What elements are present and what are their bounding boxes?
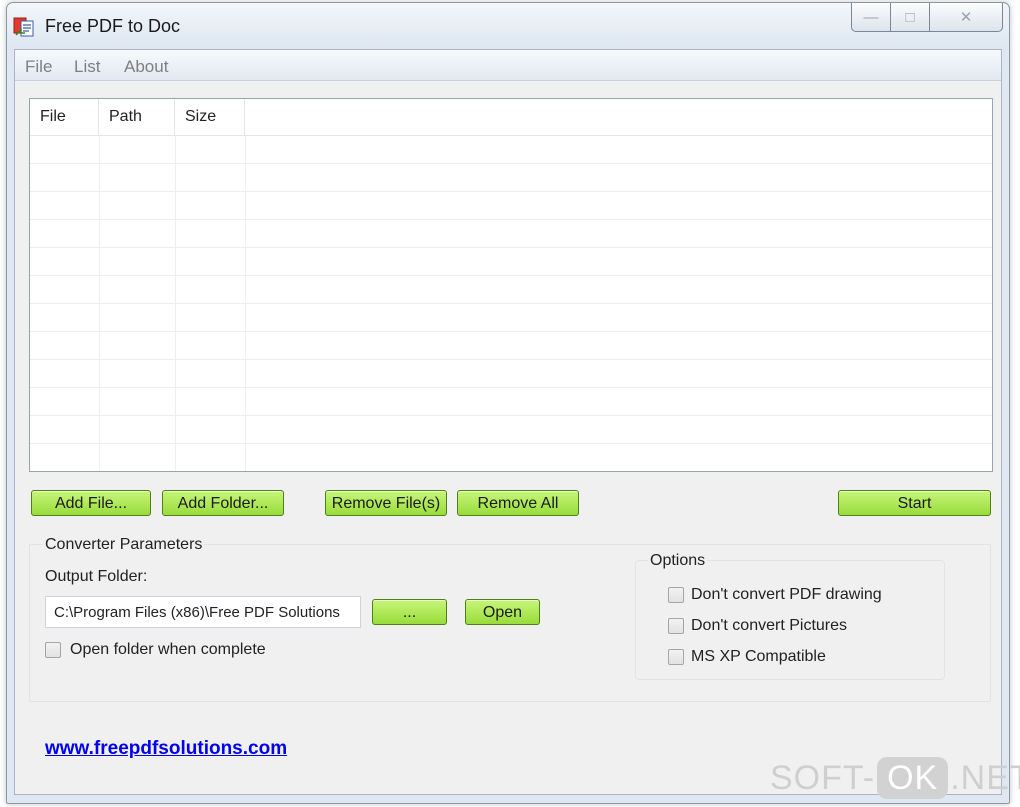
watermark-text-left: SOFT-	[770, 758, 876, 797]
output-folder-label: Output Folder:	[45, 568, 148, 585]
dont-convert-pictures-checkbox[interactable]	[668, 618, 684, 634]
menu-about[interactable]: About	[124, 57, 168, 77]
options-title: Options	[648, 552, 708, 570]
column-divider	[245, 136, 246, 471]
open-when-complete-label: Open folder when complete	[70, 641, 266, 658]
menu-list[interactable]: List	[74, 57, 100, 77]
title-bar[interactable]: Free PDF to Doc — □ ✕	[7, 3, 1009, 49]
remove-all-button[interactable]: Remove All	[457, 490, 579, 516]
window-controls: — □ ✕	[851, 3, 1007, 33]
start-button[interactable]: Start	[838, 490, 991, 516]
file-list-header: File Path Size	[30, 99, 992, 136]
column-header-file[interactable]: File	[30, 99, 99, 135]
column-header-size[interactable]: Size	[175, 99, 245, 135]
maximize-icon: □	[905, 8, 915, 26]
pdf-to-doc-app-icon	[13, 17, 34, 37]
app-window: Free PDF to Doc — □ ✕ File List About Fi…	[6, 2, 1010, 804]
minimize-button[interactable]: —	[851, 3, 891, 32]
close-button[interactable]: ✕	[930, 3, 1003, 32]
add-folder-button[interactable]: Add Folder...	[162, 490, 284, 516]
watermark: SOFT-OK.NET	[770, 756, 1020, 800]
watermark-text-ok: OK	[877, 757, 949, 799]
window-title: Free PDF to Doc	[45, 16, 181, 36]
ms-xp-compatible-checkbox[interactable]	[668, 649, 684, 665]
dont-convert-pictures-label: Don't convert Pictures	[691, 617, 848, 634]
maximize-button[interactable]: □	[891, 3, 930, 32]
column-header-path[interactable]: Path	[99, 99, 175, 135]
close-icon: ✕	[959, 9, 973, 26]
open-when-complete-checkbox[interactable]	[45, 642, 61, 658]
converter-parameters-title: Converter Parameters	[43, 536, 205, 554]
minimize-icon: —	[863, 8, 879, 26]
column-divider	[175, 136, 176, 471]
menu-file[interactable]: File	[25, 57, 52, 77]
browse-folder-button[interactable]: ...	[372, 599, 447, 625]
column-divider	[99, 136, 100, 471]
file-list[interactable]: File Path Size	[29, 98, 993, 472]
ms-xp-compatible-label: MS XP Compatible	[691, 648, 826, 665]
dont-convert-drawing-checkbox[interactable]	[668, 587, 684, 603]
add-file-button[interactable]: Add File...	[31, 490, 151, 516]
open-folder-button[interactable]: Open	[465, 599, 540, 625]
menu-bar: File List About	[15, 50, 1001, 81]
website-link[interactable]: www.freepdfsolutions.com	[45, 738, 287, 760]
output-folder-input[interactable]: C:\Program Files (x86)\Free PDF Solution…	[45, 596, 361, 628]
watermark-text-right: .NET	[950, 758, 1020, 797]
remove-files-button[interactable]: Remove File(s)	[325, 490, 447, 516]
client-area: File List About File Path Size Add File.…	[14, 49, 1002, 795]
dont-convert-drawing-label: Don't convert PDF drawing	[691, 586, 882, 603]
